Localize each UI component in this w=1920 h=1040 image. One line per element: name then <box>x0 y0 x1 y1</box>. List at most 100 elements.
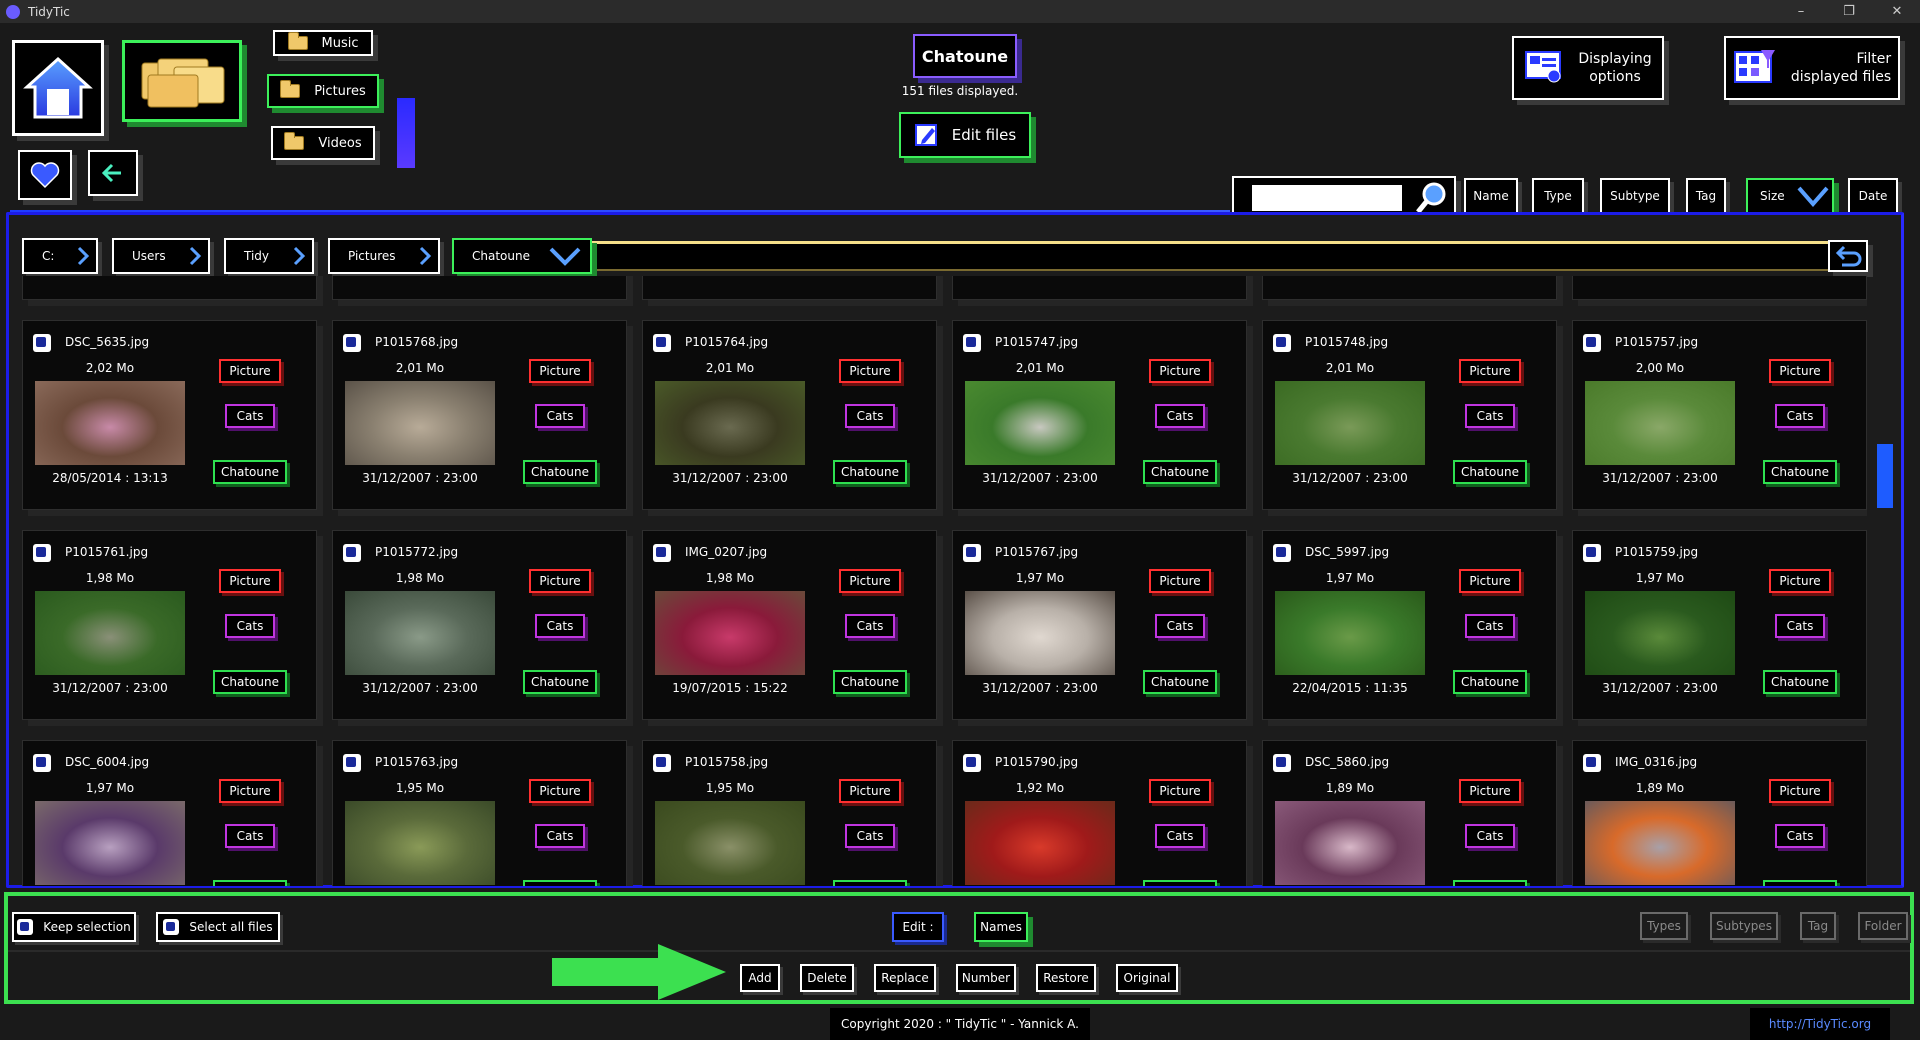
file-card[interactable]: P1015757.jpg 2,00 Mo 31/12/2007 : 23:00 Pic… <box>1572 320 1867 510</box>
file-type-tag[interactable]: Picture <box>1149 779 1211 803</box>
file-select-checkbox[interactable] <box>343 754 361 772</box>
file-subtype-tag[interactable]: Cats <box>845 404 895 428</box>
file-thumbnail[interactable] <box>655 381 805 465</box>
sort-type-button[interactable]: Type <box>1532 178 1584 214</box>
file-card[interactable]: IMG_0316.jpg 1,89 Mo Picture Cats Chatoune <box>1572 740 1867 886</box>
sort-size-button[interactable]: Size <box>1746 178 1834 214</box>
file-subtype-tag[interactable]: Cats <box>225 824 275 848</box>
breadcrumb-tidy[interactable]: Tidy <box>224 238 314 274</box>
file-thumbnail[interactable] <box>965 801 1115 885</box>
favorites-button[interactable] <box>18 150 72 200</box>
file-type-tag[interactable]: Picture <box>1769 569 1831 593</box>
file-select-checkbox[interactable] <box>1583 334 1601 352</box>
current-folder-button[interactable]: Chatoune <box>913 34 1017 78</box>
sort-date-button[interactable]: Date <box>1848 178 1898 214</box>
file-thumbnail[interactable] <box>345 381 495 465</box>
edit-subtypes-button[interactable]: Subtypes <box>1710 912 1778 940</box>
file-select-checkbox[interactable] <box>1583 754 1601 772</box>
original-button[interactable]: Original <box>1116 964 1178 992</box>
close-button[interactable]: ✕ <box>1874 0 1920 23</box>
file-card[interactable]: P1015768.jpg 2,01 Mo 31/12/2007 : 23:00 Pic… <box>332 320 627 510</box>
file-select-checkbox[interactable] <box>1273 544 1291 562</box>
file-card[interactable]: P1015759.jpg 1,97 Mo 31/12/2007 : 23:00 Pic… <box>1572 530 1867 720</box>
file-subtype-tag[interactable]: Cats <box>845 824 895 848</box>
file-folder-tag[interactable]: Chatoune <box>833 460 907 484</box>
file-subtype-tag[interactable]: Cats <box>535 404 585 428</box>
file-thumbnail[interactable] <box>1275 591 1425 675</box>
file-type-tag[interactable]: Picture <box>1459 569 1521 593</box>
file-thumbnail[interactable] <box>1585 591 1735 675</box>
file-card[interactable]: 31/12/2007 : 23:00 <box>1262 276 1557 300</box>
search-input[interactable] <box>1252 185 1402 211</box>
edit-names-button[interactable]: Names <box>974 912 1028 942</box>
minimize-button[interactable]: – <box>1778 0 1824 23</box>
pictures-button[interactable]: Pictures <box>267 74 379 108</box>
file-card[interactable]: P1015772.jpg 1,98 Mo 31/12/2007 : 23:00 Pic… <box>332 530 627 720</box>
file-subtype-tag[interactable]: Cats <box>225 614 275 638</box>
file-folder-tag[interactable]: Chatoune <box>523 460 597 484</box>
file-select-checkbox[interactable] <box>1583 544 1601 562</box>
file-subtype-tag[interactable]: Cats <box>1775 614 1825 638</box>
number-button[interactable]: Number <box>956 964 1016 992</box>
file-folder-tag[interactable]: Chatoune <box>1763 670 1837 694</box>
file-select-checkbox[interactable] <box>33 544 51 562</box>
file-card[interactable]: P1015747.jpg 2,01 Mo 31/12/2007 : 23:00 Pic… <box>952 320 1247 510</box>
file-thumbnail[interactable] <box>1585 801 1735 885</box>
file-folder-tag[interactable]: Chatoune <box>213 670 287 694</box>
back-button[interactable] <box>88 150 138 196</box>
sort-subtype-button[interactable]: Subtype <box>1600 178 1670 214</box>
file-subtype-tag[interactable]: Cats <box>1155 614 1205 638</box>
file-thumbnail[interactable] <box>965 591 1115 675</box>
file-type-tag[interactable]: Picture <box>1459 779 1521 803</box>
file-card[interactable]: 09/04/2016 : 17:45 <box>642 276 937 300</box>
file-subtype-tag[interactable]: Cats <box>845 614 895 638</box>
file-card[interactable]: 31/12/2007 : 23:00 <box>1572 276 1867 300</box>
file-thumbnail[interactable] <box>345 801 495 885</box>
file-subtype-tag[interactable]: Cats <box>535 614 585 638</box>
file-folder-tag[interactable]: Chatoune <box>213 880 287 886</box>
file-card[interactable]: IMG_0207.jpg 1,98 Mo 19/07/2015 : 15:22 Pic… <box>642 530 937 720</box>
file-folder-tag[interactable]: Chatoune <box>523 670 597 694</box>
file-subtype-tag[interactable]: Cats <box>1155 404 1205 428</box>
edit-files-button[interactable]: Edit files <box>899 112 1031 158</box>
file-type-tag[interactable]: Picture <box>839 569 901 593</box>
file-select-checkbox[interactable] <box>963 544 981 562</box>
file-type-tag[interactable]: Picture <box>219 359 281 383</box>
breadcrumb-chatoune[interactable]: Chatoune <box>452 238 592 274</box>
file-subtype-tag[interactable]: Cats <box>1465 404 1515 428</box>
file-type-tag[interactable]: Picture <box>1459 359 1521 383</box>
file-select-checkbox[interactable] <box>653 334 671 352</box>
folders-button[interactable] <box>122 40 242 122</box>
home-button[interactable] <box>12 40 104 136</box>
file-folder-tag[interactable]: Chatoune <box>833 880 907 886</box>
file-thumbnail[interactable] <box>655 591 805 675</box>
music-button[interactable]: Music <box>273 30 373 56</box>
sort-name-button[interactable]: Name <box>1464 178 1518 214</box>
file-subtype-tag[interactable]: Cats <box>1775 824 1825 848</box>
file-card[interactable]: P1015763.jpg 1,95 Mo Picture Cats Chatoune <box>332 740 627 886</box>
file-card[interactable]: DSC_5635.jpg 2,02 Mo 28/05/2014 : 13:13 Pic… <box>22 320 317 510</box>
file-folder-tag[interactable]: Chatoune <box>1453 880 1527 886</box>
search-icon[interactable] <box>1414 180 1450 216</box>
file-card[interactable]: P1015790.jpg 1,92 Mo Picture Cats Chatoune <box>952 740 1247 886</box>
edit-folder-button[interactable]: Folder <box>1858 912 1908 940</box>
file-select-checkbox[interactable] <box>963 334 981 352</box>
file-folder-tag[interactable]: Chatoune <box>523 880 597 886</box>
file-card[interactable]: 31/12/2007 : 23:00 <box>332 276 627 300</box>
file-folder-tag[interactable]: Chatoune <box>1453 670 1527 694</box>
file-subtype-tag[interactable]: Cats <box>225 404 275 428</box>
filter-displayed-files-button[interactable]: Filter displayed files <box>1724 36 1900 100</box>
keep-selection-button[interactable]: Keep selection <box>12 912 136 942</box>
replace-button[interactable]: Replace <box>874 964 936 992</box>
file-card[interactable]: DSC_5997.jpg 1,97 Mo 22/04/2015 : 11:35 Pic… <box>1262 530 1557 720</box>
file-type-tag[interactable]: Picture <box>1149 359 1211 383</box>
file-type-tag[interactable]: Picture <box>1769 779 1831 803</box>
file-folder-tag[interactable]: Chatoune <box>213 460 287 484</box>
file-subtype-tag[interactable]: Cats <box>535 824 585 848</box>
file-card[interactable]: 31/12/2007 : 23:00 <box>952 276 1247 300</box>
add-button[interactable]: Add <box>740 964 780 992</box>
file-folder-tag[interactable]: Chatoune <box>1143 460 1217 484</box>
maximize-button[interactable]: ❐ <box>1826 0 1872 23</box>
file-folder-tag[interactable]: Chatoune <box>1763 460 1837 484</box>
videos-button[interactable]: Videos <box>271 126 375 160</box>
